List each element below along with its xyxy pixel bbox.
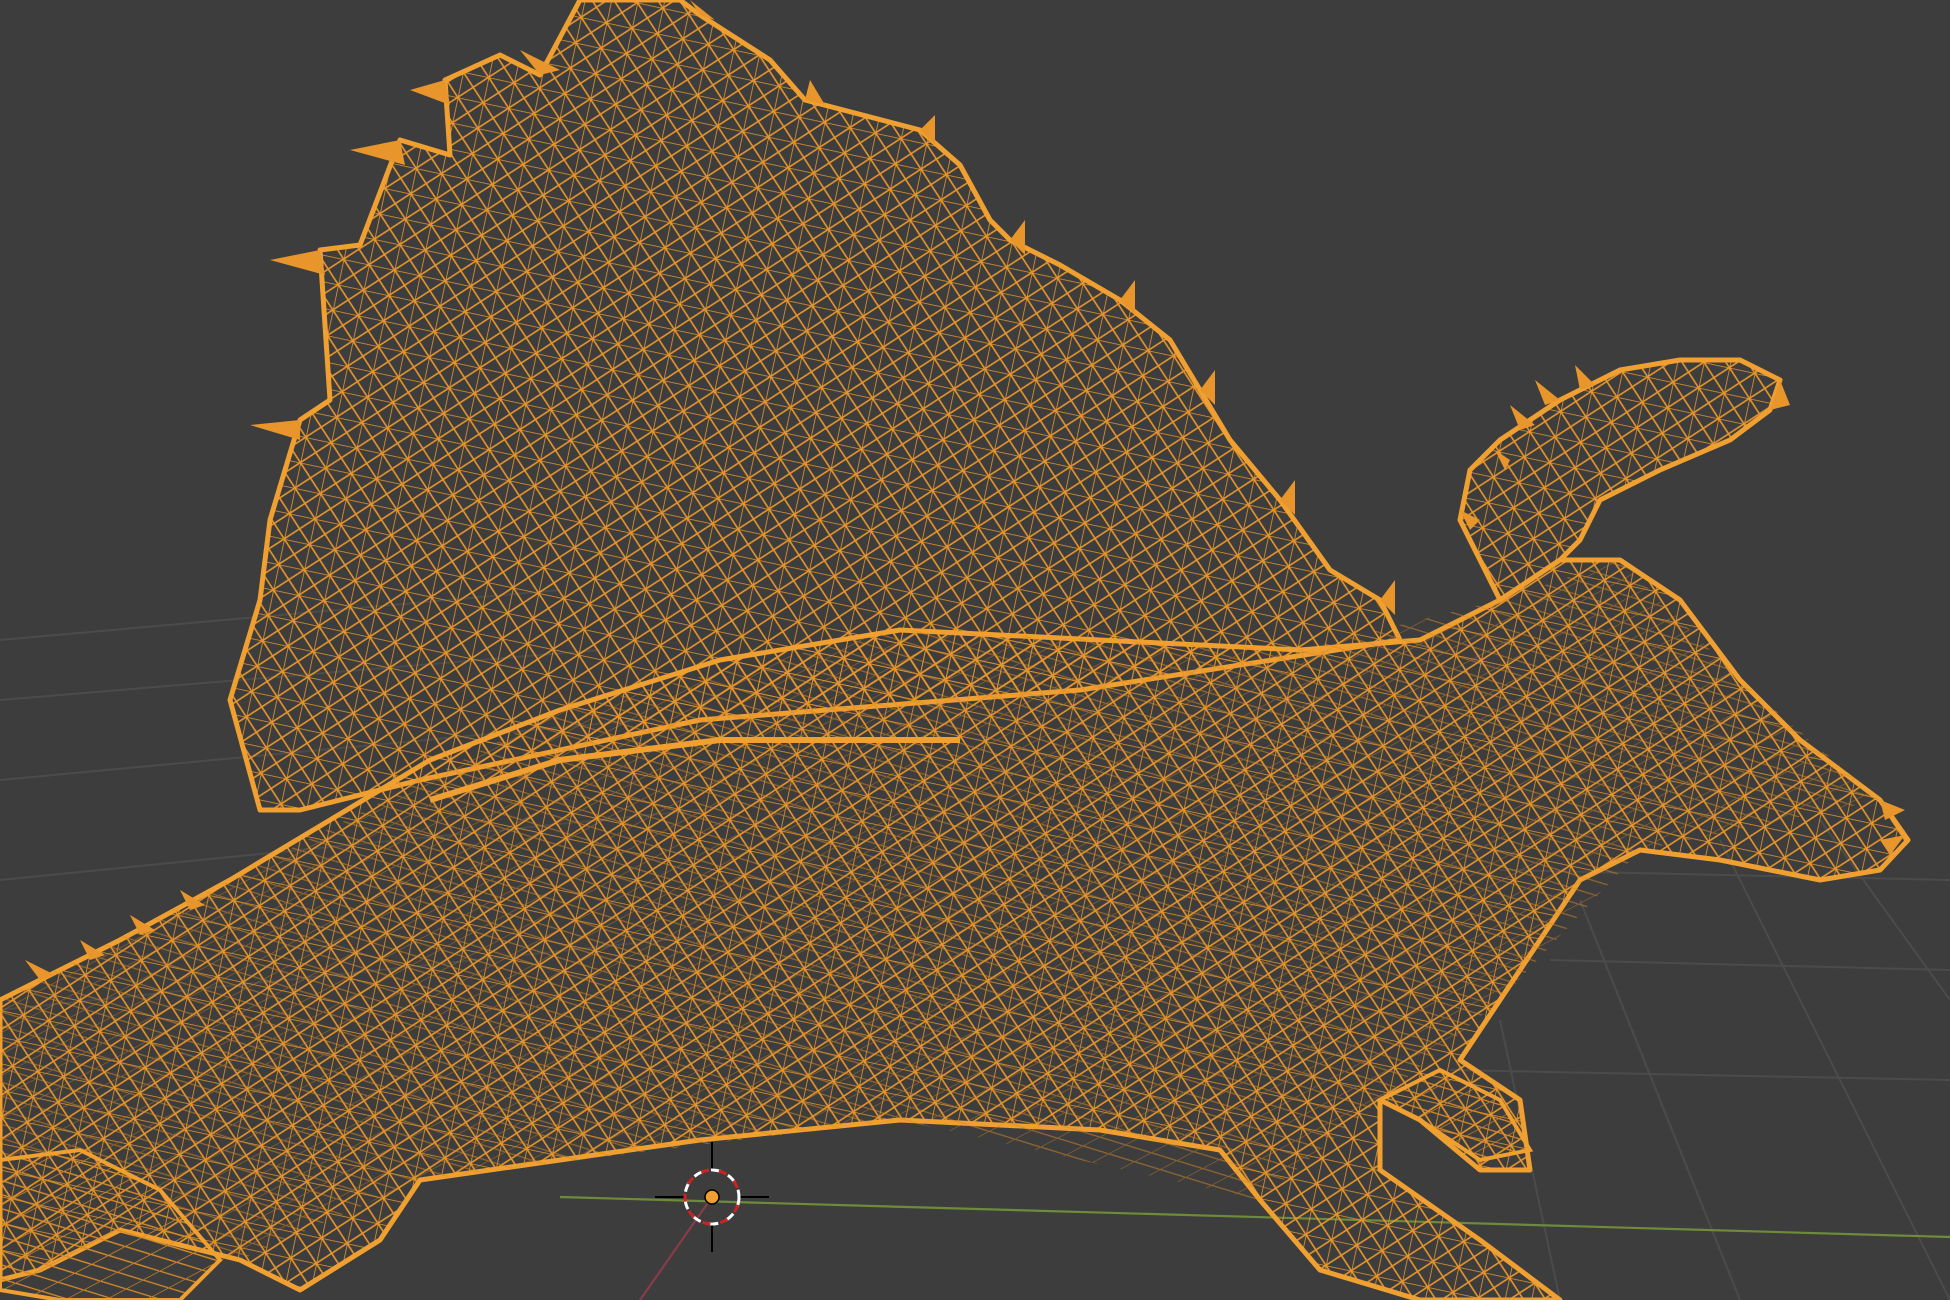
object-origin-dot[interactable] <box>704 1189 720 1205</box>
y-axis-line <box>639 1196 713 1300</box>
x-axis-line <box>559 1195 1950 1239</box>
3d-viewport[interactable] <box>0 0 1950 1300</box>
dimetrodon-mesh[interactable] <box>0 0 1911 1300</box>
